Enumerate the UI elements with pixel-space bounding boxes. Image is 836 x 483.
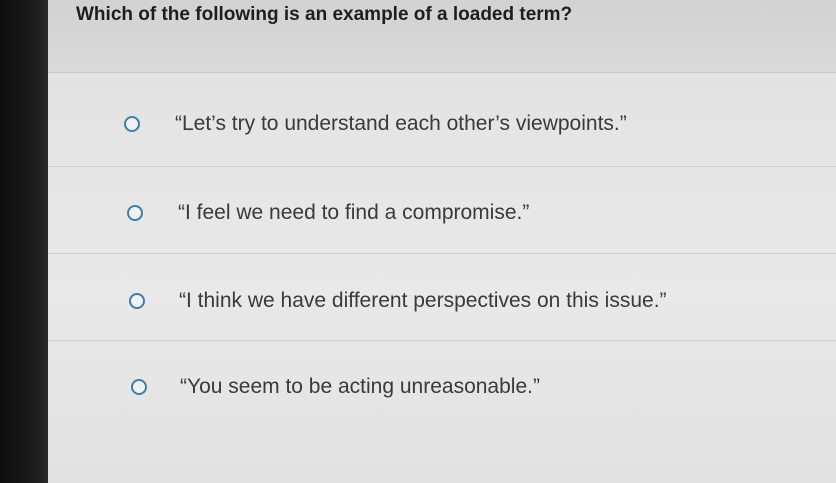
radio-button-icon[interactable]	[124, 116, 140, 132]
radio-button-icon[interactable]	[131, 379, 147, 395]
answer-option-label[interactable]: “I think we have different perspectives …	[179, 289, 667, 313]
answer-option-2[interactable]: “I feel we need to find a compromise.”	[48, 167, 836, 254]
quiz-screen: Which of the following is an example of …	[48, 0, 836, 483]
radio-button-icon[interactable]	[127, 205, 143, 221]
answer-option-label[interactable]: “I feel we need to find a compromise.”	[178, 201, 529, 225]
answer-option-3[interactable]: “I think we have different perspectives …	[48, 254, 836, 341]
question-header: Which of the following is an example of …	[48, 0, 836, 73]
answer-option-label[interactable]: “You seem to be acting unreasonable.”	[180, 375, 540, 399]
monitor-bezel	[0, 0, 48, 483]
answer-option-1[interactable]: “Let’s try to understand each other’s vi…	[48, 80, 836, 167]
radio-button-icon[interactable]	[129, 293, 145, 309]
question-text: Which of the following is an example of …	[76, 4, 573, 25]
answer-option-4[interactable]: “You seem to be acting unreasonable.”	[48, 341, 836, 483]
answer-option-label[interactable]: “Let’s try to understand each other’s vi…	[175, 112, 627, 136]
